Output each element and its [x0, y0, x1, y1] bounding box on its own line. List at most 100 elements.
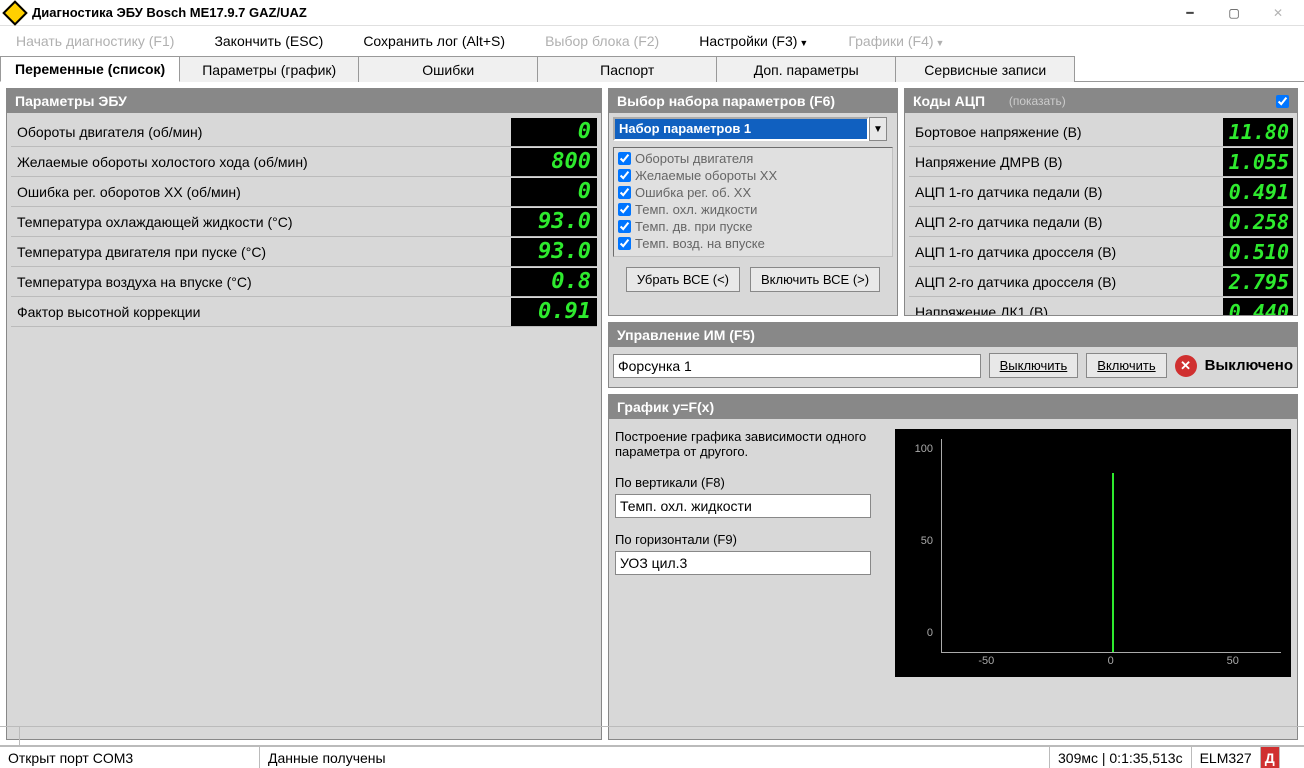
status-bar: Открыт порт COM3 Данные получены 309мс |… — [0, 746, 1304, 768]
param-check-label: Желаемые обороты ХХ — [635, 168, 777, 183]
adc-label: АЦП 2-го датчика педали (В) — [909, 214, 1223, 230]
menu-save-log[interactable]: Сохранить лог (Alt+S) — [363, 33, 505, 49]
tab-service[interactable]: Сервисные записи — [895, 56, 1075, 82]
status-ruler — [0, 726, 1304, 746]
param-check-label: Темп. возд. на впуске — [635, 236, 765, 251]
adc-list: Бортовое напряжение (В)11.80Напряжение Д… — [905, 113, 1297, 315]
param-row[interactable]: Фактор высотной коррекции0.91 — [11, 297, 597, 327]
param-row[interactable]: Температура охлаждающей жидкости (°С)93.… — [11, 207, 597, 237]
status-badge: Д — [1261, 747, 1280, 768]
close-button[interactable]: ✕ — [1256, 1, 1300, 25]
maximize-button[interactable]: ▢ — [1212, 1, 1256, 25]
param-set-select[interactable]: Набор параметров 1 — [613, 117, 869, 141]
minimize-button[interactable]: ━ — [1168, 1, 1212, 25]
param-label: Фактор высотной коррекции — [11, 304, 511, 320]
x-tick-0: 0 — [1108, 655, 1114, 667]
tab-params-chart[interactable]: Параметры (график) — [179, 56, 359, 82]
tab-extra[interactable]: Доп. параметры — [716, 56, 896, 82]
menu-start: Начать диагностику (F1) — [16, 33, 174, 49]
param-value: 800 — [511, 148, 597, 176]
chart-plot: 100 50 0 -50 0 50 — [895, 429, 1291, 677]
param-check-label: Ошибка рег. об. ХХ — [635, 185, 751, 200]
chart-y-label: По вертикали (F8) — [615, 475, 885, 490]
param-check-row[interactable]: Темп. охл. жидкости — [616, 201, 890, 218]
param-row[interactable]: Температура воздуха на впуске (°С)0.8 — [11, 267, 597, 297]
param-label: Желаемые обороты холостого хода (об/мин) — [11, 154, 511, 170]
status-data: Данные получены — [260, 747, 1050, 768]
param-row[interactable]: Ошибка рег. оборотов ХХ (об/мин)0 — [11, 177, 597, 207]
menubar: Начать диагностику (F1) Закончить (ESC) … — [0, 26, 1304, 56]
menu-charts: Графики (F4)▼ — [848, 33, 944, 49]
chart-x-select[interactable]: УОЗ цил.3 — [615, 551, 871, 575]
x-tick-neg50: -50 — [978, 655, 994, 667]
param-check-label: Обороты двигателя — [635, 151, 753, 166]
x-tick-50: 50 — [1227, 655, 1239, 667]
param-checkbox[interactable] — [618, 152, 631, 165]
y-tick-50: 50 — [921, 535, 933, 547]
param-check-list[interactable]: Обороты двигателя Желаемые обороты ХХ Ошиб… — [613, 147, 893, 257]
param-label: Обороты двигателя (об/мин) — [11, 124, 511, 140]
adc-label: АЦП 2-го датчика дросселя (В) — [909, 274, 1223, 290]
tab-bar: Переменные (список) Параметры (график) О… — [0, 56, 1304, 82]
adc-value: 0.510 — [1223, 238, 1293, 266]
actuator-status: Выключено — [1205, 357, 1293, 374]
param-row[interactable]: Желаемые обороты холостого хода (об/мин)… — [11, 147, 597, 177]
param-label: Температура охлаждающей жидкости (°С) — [11, 214, 511, 230]
menu-stop[interactable]: Закончить (ESC) — [214, 33, 323, 49]
menu-select-block: Выбор блока (F2) — [545, 33, 659, 49]
param-checkbox[interactable] — [618, 237, 631, 250]
adc-value: 11.80 — [1223, 118, 1293, 146]
adc-row[interactable]: АЦП 1-го датчика дросселя (В)0.510 — [909, 237, 1293, 267]
chart-description: Построение графика зависимости одного па… — [615, 429, 885, 459]
status-adapter: ELM327 — [1192, 747, 1261, 768]
param-checkbox[interactable] — [618, 203, 631, 216]
param-check-label: Темп. охл. жидкости — [635, 202, 757, 217]
titlebar: Диагностика ЭБУ Bosch ME17.9.7 GAZ/UAZ ━… — [0, 0, 1304, 26]
adc-value: 0.258 — [1223, 208, 1293, 236]
actuator-select[interactable]: Форсунка 1 — [613, 354, 981, 378]
param-checkbox[interactable] — [618, 169, 631, 182]
tab-errors[interactable]: Ошибки — [358, 56, 538, 82]
adc-row[interactable]: Напряжение ДК1 (В)0.440 — [909, 297, 1293, 315]
param-set-header: Выбор набора параметров (F6) — [609, 89, 897, 113]
param-value: 0 — [511, 178, 597, 206]
param-label: Температура двигателя при пуске (°С) — [11, 244, 511, 260]
adc-label: АЦП 1-го датчика дросселя (В) — [909, 244, 1223, 260]
adc-label: Бортовое напряжение (В) — [909, 124, 1223, 140]
remove-all-button[interactable]: Убрать ВСЕ (<) — [626, 267, 740, 292]
adc-show-checkbox[interactable] — [1276, 95, 1289, 108]
actuator-on-button[interactable]: Включить — [1086, 353, 1166, 378]
actuator-close-icon[interactable]: ✕ — [1175, 355, 1197, 377]
adc-header: Коды АЦП (показать) — [905, 89, 1297, 113]
adc-show-label: (показать) — [1009, 94, 1066, 108]
adc-row[interactable]: Бортовое напряжение (В)11.80 — [909, 117, 1293, 147]
param-check-row[interactable]: Темп. дв. при пуске — [616, 218, 890, 235]
app-icon — [2, 0, 27, 25]
actuator-off-button[interactable]: Выключить — [989, 353, 1079, 378]
tab-variables[interactable]: Переменные (список) — [0, 56, 180, 82]
chart-data-line — [1112, 473, 1114, 652]
add-all-button[interactable]: Включить ВСЕ (>) — [750, 267, 880, 292]
chart-x-label: По горизонтали (F9) — [615, 532, 885, 547]
status-port: Открыт порт COM3 — [0, 747, 260, 768]
param-check-row[interactable]: Обороты двигателя — [616, 150, 890, 167]
menu-settings[interactable]: Настройки (F3)▼ — [699, 33, 808, 49]
param-checkbox[interactable] — [618, 186, 631, 199]
adc-row[interactable]: АЦП 2-го датчика дросселя (В)2.795 — [909, 267, 1293, 297]
param-checkbox[interactable] — [618, 220, 631, 233]
param-row[interactable]: Температура двигателя при пуске (°С)93.0 — [11, 237, 597, 267]
param-check-row[interactable]: Ошибка рег. об. ХХ — [616, 184, 890, 201]
y-tick-0: 0 — [927, 627, 933, 639]
param-row[interactable]: Обороты двигателя (об/мин)0 — [11, 117, 597, 147]
tab-passport[interactable]: Паспорт — [537, 56, 717, 82]
adc-row[interactable]: Напряжение ДМРВ (В)1.055 — [909, 147, 1293, 177]
param-set-dropdown-icon[interactable]: ▼ — [869, 117, 887, 141]
param-label: Температура воздуха на впуске (°С) — [11, 274, 511, 290]
ecu-params-list: Обороты двигателя (об/мин)0Желаемые обор… — [7, 113, 601, 739]
adc-row[interactable]: АЦП 2-го датчика педали (В)0.258 — [909, 207, 1293, 237]
param-check-row[interactable]: Темп. возд. на впуске — [616, 235, 890, 252]
param-check-row[interactable]: Желаемые обороты ХХ — [616, 167, 890, 184]
adc-value: 0.491 — [1223, 178, 1293, 206]
adc-row[interactable]: АЦП 1-го датчика педали (В)0.491 — [909, 177, 1293, 207]
chart-y-select[interactable]: Темп. охл. жидкости — [615, 494, 871, 518]
